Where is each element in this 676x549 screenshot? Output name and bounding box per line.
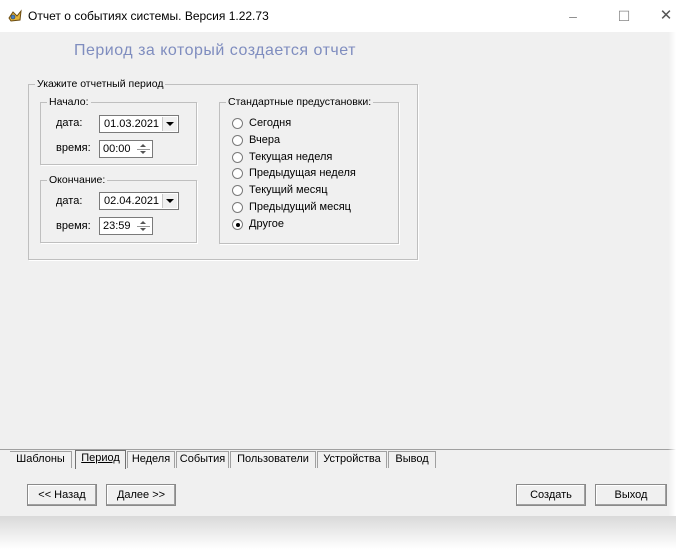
start-time-field[interactable]: 00:00 [99, 140, 153, 158]
window-title: Отчет о событиях системы. Версия 1.22.73 [28, 9, 269, 23]
end-legend: Окончание: [47, 174, 108, 187]
next-button[interactable]: Далее >> [106, 484, 176, 506]
spin-up-icon[interactable] [136, 142, 151, 149]
tab-users[interactable]: Пользователи [230, 451, 316, 468]
tab-week[interactable]: Неделя [127, 451, 175, 468]
end-time-spinner[interactable] [136, 219, 151, 233]
tab-label: Пользователи [237, 453, 309, 465]
minimize-button[interactable]: – [563, 6, 583, 26]
tab-label: Устройства [323, 453, 381, 465]
title-bar: Отчет о событиях системы. Версия 1.22.73… [0, 0, 676, 32]
end-date-picker[interactable]: 02.04.2021 [99, 192, 179, 210]
page-heading: Период за который создается отчет [74, 42, 356, 59]
period-legend: Укажите отчетный период [35, 78, 166, 91]
tab-devices[interactable]: Устройства [317, 451, 387, 468]
radio-button[interactable] [232, 168, 243, 179]
radio-button[interactable] [232, 135, 243, 146]
spin-down-icon[interactable] [136, 226, 151, 233]
back-button[interactable]: << Назад [27, 484, 97, 506]
presets-legend: Стандартные предустановки: [226, 96, 374, 109]
end-time-label: время: [56, 220, 91, 232]
start-time-spinner[interactable] [136, 142, 151, 156]
preset-label: Текущая неделя [249, 151, 333, 163]
end-time-field[interactable]: 23:59 [99, 217, 153, 235]
spin-down-icon[interactable] [136, 149, 151, 156]
tab-label: Период [81, 452, 120, 464]
tab-label: События [179, 453, 226, 465]
window-shadow [0, 516, 676, 549]
end-date-value: 02.04.2021 [104, 195, 160, 207]
tab-period[interactable]: Период [75, 450, 126, 469]
start-date-label: дата: [56, 117, 83, 129]
window-edge-fade [668, 32, 676, 516]
chevron-down-icon[interactable] [162, 194, 177, 208]
exit-button[interactable]: Выход [595, 484, 667, 506]
preset-label: Предыдущая неделя [249, 167, 356, 179]
start-date-picker[interactable]: 01.03.2021 [99, 115, 179, 133]
tab-label: Вывод [395, 453, 429, 465]
preset-label: Текущий месяц [249, 184, 328, 196]
tab-templates[interactable]: Шаблоны [10, 451, 72, 468]
radio-button[interactable] [232, 185, 243, 196]
app-icon [8, 9, 22, 22]
tab-label: Шаблоны [16, 453, 65, 465]
tab-label: Неделя [131, 453, 171, 465]
preset-label: Другое [249, 218, 284, 230]
tab-events[interactable]: События [176, 451, 229, 468]
preset-label: Вчера [249, 134, 281, 146]
start-time-label: время: [56, 142, 91, 154]
radio-button[interactable] [232, 202, 243, 213]
end-time-value: 23:59 [103, 220, 131, 232]
start-time-value: 00:00 [103, 143, 131, 155]
close-button[interactable]: ✕ [656, 6, 676, 26]
chevron-down-icon[interactable] [162, 117, 177, 131]
radio-button[interactable] [232, 118, 243, 129]
spin-up-icon[interactable] [136, 219, 151, 226]
radio-button[interactable] [232, 152, 243, 163]
end-date-label: дата: [56, 195, 83, 207]
tab-output[interactable]: Вывод [388, 451, 436, 468]
radio-button-checked[interactable] [232, 219, 243, 230]
preset-label: Предыдущий месяц [249, 201, 351, 213]
preset-label: Сегодня [249, 117, 292, 129]
create-button[interactable]: Создать [516, 484, 586, 506]
start-date-value: 01.03.2021 [104, 118, 160, 130]
main-window: Отчет о событиях системы. Версия 1.22.73… [0, 0, 676, 516]
maximize-button[interactable]: ☐ [614, 6, 634, 26]
start-legend: Начало: [47, 96, 91, 109]
